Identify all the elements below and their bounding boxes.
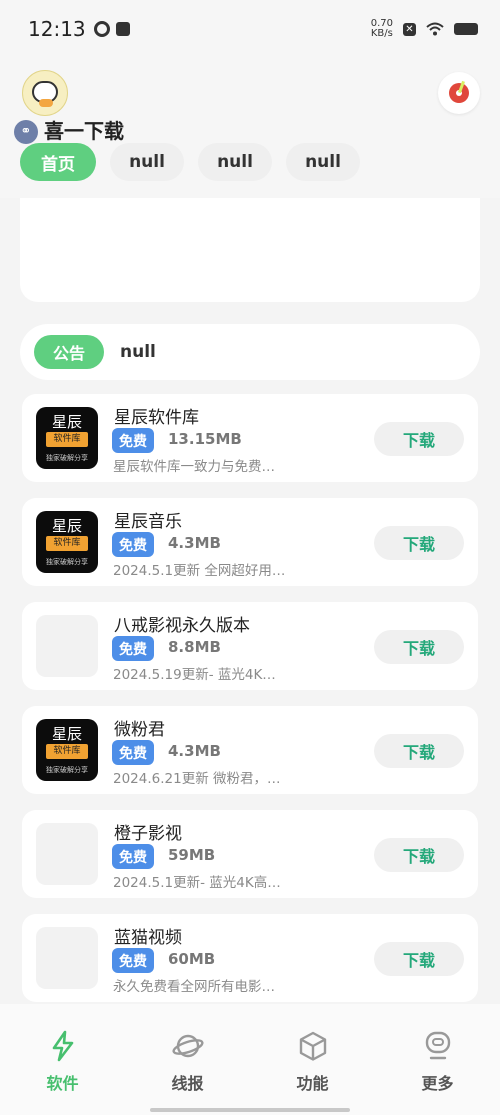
- app-size: 4.3MB: [168, 534, 221, 552]
- app-icon-placeholder: [36, 927, 98, 989]
- header: ⚭ 喜一下载 首页 null null null: [0, 58, 500, 198]
- list-item[interactable]: 星辰 软件库 独家破解分享 星辰音乐 免费 4.3MB 2024.5.1更新 全…: [22, 498, 478, 586]
- free-badge: 免费: [112, 740, 154, 765]
- app-icon-placeholder: [36, 823, 98, 885]
- app-title: 喜一下载: [44, 119, 124, 143]
- nav-features[interactable]: 功能: [250, 1004, 375, 1115]
- app-icon: 星辰 软件库 独家破解分享: [36, 511, 98, 573]
- app-size: 60MB: [168, 950, 216, 968]
- tab-3[interactable]: null: [198, 143, 272, 181]
- battery-icon: [454, 23, 478, 35]
- cube-icon: [299, 1031, 326, 1061]
- download-button[interactable]: 下载: [374, 526, 464, 560]
- app-description: 2024.5.19更新- 蓝光4K…: [113, 667, 276, 683]
- app-description: 永久免费看全网所有电影…: [113, 979, 275, 995]
- app-icon-placeholder: [36, 615, 98, 677]
- category-tabs: 首页 null null null: [20, 143, 360, 181]
- music-button[interactable]: [438, 72, 480, 114]
- planet-icon: [171, 1034, 204, 1058]
- app-name: 星辰音乐: [114, 512, 182, 532]
- tab-4[interactable]: null: [286, 143, 360, 181]
- list-item[interactable]: 星辰 软件库 独家破解分享 微粉君 免费 4.3MB 2024.6.21更新 微…: [22, 706, 478, 794]
- nav-software[interactable]: 软件: [0, 1004, 125, 1115]
- download-button[interactable]: 下载: [374, 942, 464, 976]
- status-time: 12:13: [28, 17, 86, 41]
- app-name: 八戒影视永久版本: [114, 616, 250, 636]
- app-name: 蓝猫视频: [114, 928, 182, 948]
- free-badge: 免费: [112, 532, 154, 557]
- list-item[interactable]: 橙子影视 免费 59MB 2024.5.1更新- 蓝光4K高… 下载: [22, 810, 478, 898]
- app-name: 微粉君: [114, 720, 165, 740]
- free-badge: 免费: [112, 428, 154, 453]
- app-description: 2024.5.1更新 全网超好用…: [113, 563, 286, 579]
- banner-area[interactable]: [20, 198, 480, 302]
- list-item[interactable]: 蓝猫视频 免费 60MB 永久免费看全网所有电影… 下载: [22, 914, 478, 1002]
- notice-bar[interactable]: 公告 null: [20, 324, 480, 380]
- app-list: 星辰 软件库 独家破解分享 星辰软件库 免费 13.15MB 星辰软件库一致力与…: [22, 394, 478, 1018]
- wifi-icon: [426, 22, 444, 36]
- tab-2[interactable]: null: [110, 143, 184, 181]
- notification-icon: [115, 22, 130, 36]
- download-button[interactable]: 下载: [374, 422, 464, 456]
- app-size: 13.15MB: [168, 430, 242, 448]
- free-badge: 免费: [112, 844, 154, 869]
- download-button[interactable]: 下载: [374, 838, 464, 872]
- sync-icon: [93, 21, 110, 37]
- robot-icon: [425, 1031, 450, 1060]
- tab-home[interactable]: 首页: [20, 143, 96, 181]
- app-icon: 星辰 软件库 独家破解分享: [36, 719, 98, 781]
- free-badge: 免费: [112, 636, 154, 661]
- share-icon[interactable]: ⚭: [14, 120, 38, 144]
- app-description: 2024.6.21更新 微粉君，…: [113, 771, 281, 787]
- app-size: 8.8MB: [168, 638, 221, 656]
- app-description: 2024.5.1更新- 蓝光4K高…: [113, 875, 281, 891]
- list-item[interactable]: 星辰 软件库 独家破解分享 星辰软件库 免费 13.15MB 星辰软件库一致力与…: [22, 394, 478, 482]
- app-size: 59MB: [168, 846, 216, 864]
- app-size: 4.3MB: [168, 742, 221, 760]
- app-name: 橙子影视: [114, 824, 182, 844]
- no-sim-icon: ✕: [403, 22, 416, 36]
- home-indicator[interactable]: [150, 1108, 350, 1112]
- notice-text: null: [120, 342, 156, 362]
- nav-news[interactable]: 线报: [125, 1004, 250, 1115]
- list-item[interactable]: 八戒影视永久版本 免费 8.8MB 2024.5.19更新- 蓝光4K… 下载: [22, 602, 478, 690]
- download-button[interactable]: 下载: [374, 630, 464, 664]
- app-icon: 星辰 软件库 独家破解分享: [36, 407, 98, 469]
- nav-more[interactable]: 更多: [375, 1004, 500, 1115]
- notice-label: 公告: [34, 335, 104, 369]
- status-bar: 12:13 0.70 KB/s ✕: [0, 0, 500, 58]
- app-description: 星辰软件库一致力与免费…: [113, 459, 275, 475]
- bottom-nav: 软件 线报 功能 更多: [0, 1004, 500, 1115]
- net-speed: 0.70 KB/s: [370, 18, 393, 39]
- free-badge: 免费: [112, 948, 154, 973]
- app-name: 星辰软件库: [114, 408, 199, 428]
- lightning-icon: [52, 1030, 73, 1062]
- avatar[interactable]: [22, 70, 68, 116]
- download-button[interactable]: 下载: [374, 734, 464, 768]
